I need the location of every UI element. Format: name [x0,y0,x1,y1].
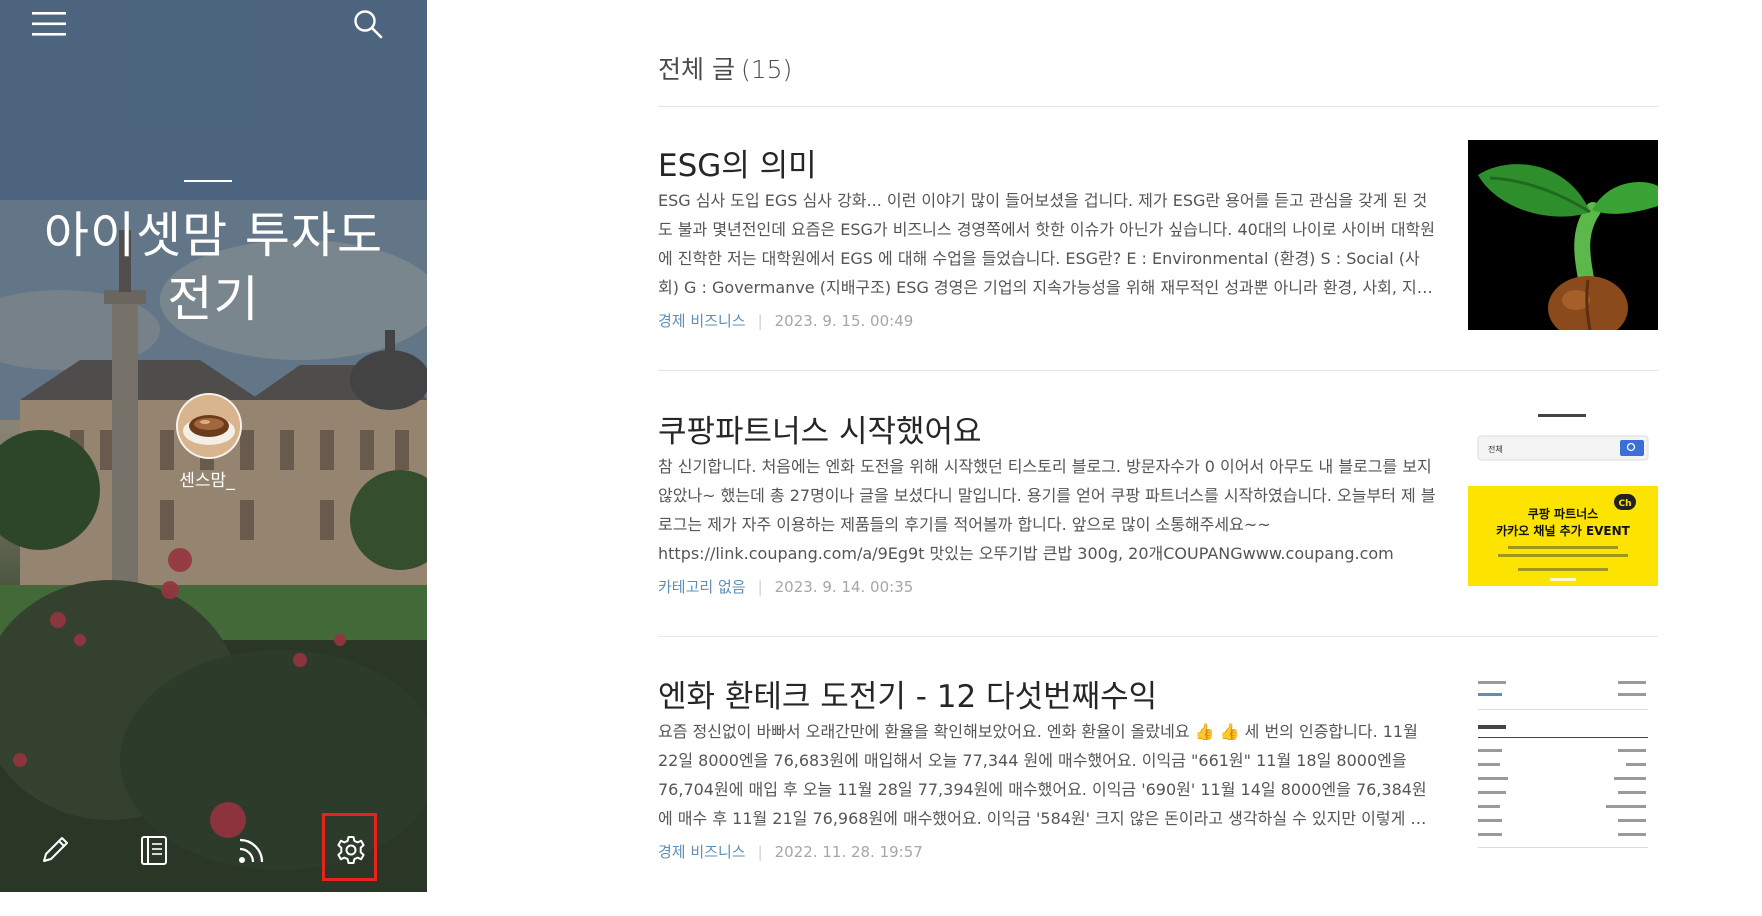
rss-icon [239,838,264,863]
post-item[interactable]: ESG의 의미 ESG 심사 도입 EGS 심사 강화... 이런 이야기 많이… [658,140,1658,385]
post-date: 2023. 9. 14. 00:35 [774,578,914,596]
avatar[interactable] [176,393,242,459]
meta-separator: | [757,578,763,596]
write-post-button[interactable] [33,828,77,872]
post-category[interactable]: 카테고리 없음 [658,578,746,596]
post-title[interactable]: ESG의 의미 [658,140,1438,185]
post-title[interactable]: 엔화 환테크 도전기 - 12 다섯번째수익 [658,671,1438,716]
pencil-icon [43,837,68,862]
post-category[interactable]: 경제 비즈니스 [658,312,746,330]
sprout-seed-image [1468,140,1658,330]
coffee-cup-avatar-image [178,395,240,457]
author-name[interactable]: 센스맘_ [120,466,294,491]
notebook-icon [141,836,167,865]
thumb-badge: Ch [1618,499,1631,509]
post-divider [658,636,1658,637]
post-thumbnail[interactable] [1468,140,1658,330]
post-title[interactable]: 쿠팡파트너스 시작했어요 [658,406,1438,451]
guestbook-button[interactable] [132,828,176,872]
thumb-banner-line2: 카카오 채널 추가 EVENT [1496,523,1631,538]
menu-button[interactable] [29,4,69,44]
hamburger-menu-icon [32,12,66,36]
post-excerpt[interactable]: ESG 심사 도입 EGS 심사 강화... 이런 이야기 많이 들어보셨을 겁… [658,186,1436,302]
post-date: 2022. 11. 28. 19:57 [774,843,923,861]
post-thumbnail[interactable] [1468,671,1658,861]
post-item[interactable]: 쿠팡파트너스 시작했어요 참 신기합니다. 처음에는 엔화 도전을 위해 시작했… [658,406,1658,651]
post-excerpt[interactable]: 요즘 정신없이 바빠서 오래간만에 환율을 확인해보았어요. 엔화 환율이 올랐… [658,717,1436,833]
post-date: 2023. 9. 15. 00:49 [774,312,914,330]
post-thumbnail[interactable]: 전체 Ch 쿠팡 파트너스 카카오 채널 추가 EVENT [1468,406,1658,596]
exchange-receipt-image [1468,671,1658,861]
blog-sidebar: 아이셋맘 투자도 전기 센스맘_ [0,0,427,892]
post-meta: 경제 비즈니스 | 2023. 9. 15. 00:49 [658,310,913,331]
search-icon [354,10,383,39]
rss-button[interactable] [230,828,274,872]
title-divider [184,180,232,182]
post-meta: 카테고리 없음 | 2023. 9. 14. 00:35 [658,576,913,597]
thumb-search-label: 전체 [1488,444,1503,454]
post-list: 전체 글 (15) ESG의 의미 ESG 심사 도입 EGS 심사 강화... … [658,0,1658,892]
list-heading-label: 전체 글 [658,55,735,84]
search-button[interactable] [348,4,388,44]
coupang-kakao-event-image: 전체 Ch 쿠팡 파트너스 카카오 채널 추가 EVENT [1468,406,1658,596]
list-heading: 전체 글 (15) [658,50,792,86]
post-count: (15) [740,55,793,84]
settings-highlight-box [322,813,377,881]
blog-title[interactable]: 아이셋맘 투자도 전기 [20,204,407,332]
post-meta: 경제 비즈니스 | 2022. 11. 28. 19:57 [658,841,923,862]
heading-divider [658,106,1658,107]
post-divider [658,370,1658,371]
meta-separator: | [757,843,763,861]
thumb-banner-line1: 쿠팡 파트너스 [1528,506,1598,521]
post-item[interactable]: 엔화 환테크 도전기 - 12 다섯번째수익 요즘 정신없이 바빠서 오래간만에… [658,671,1658,916]
post-category[interactable]: 경제 비즈니스 [658,843,746,861]
meta-separator: | [757,312,763,330]
post-excerpt[interactable]: 참 신기합니다. 처음에는 엔화 도전을 위해 시작했던 티스토리 블로그. 방… [658,452,1436,568]
